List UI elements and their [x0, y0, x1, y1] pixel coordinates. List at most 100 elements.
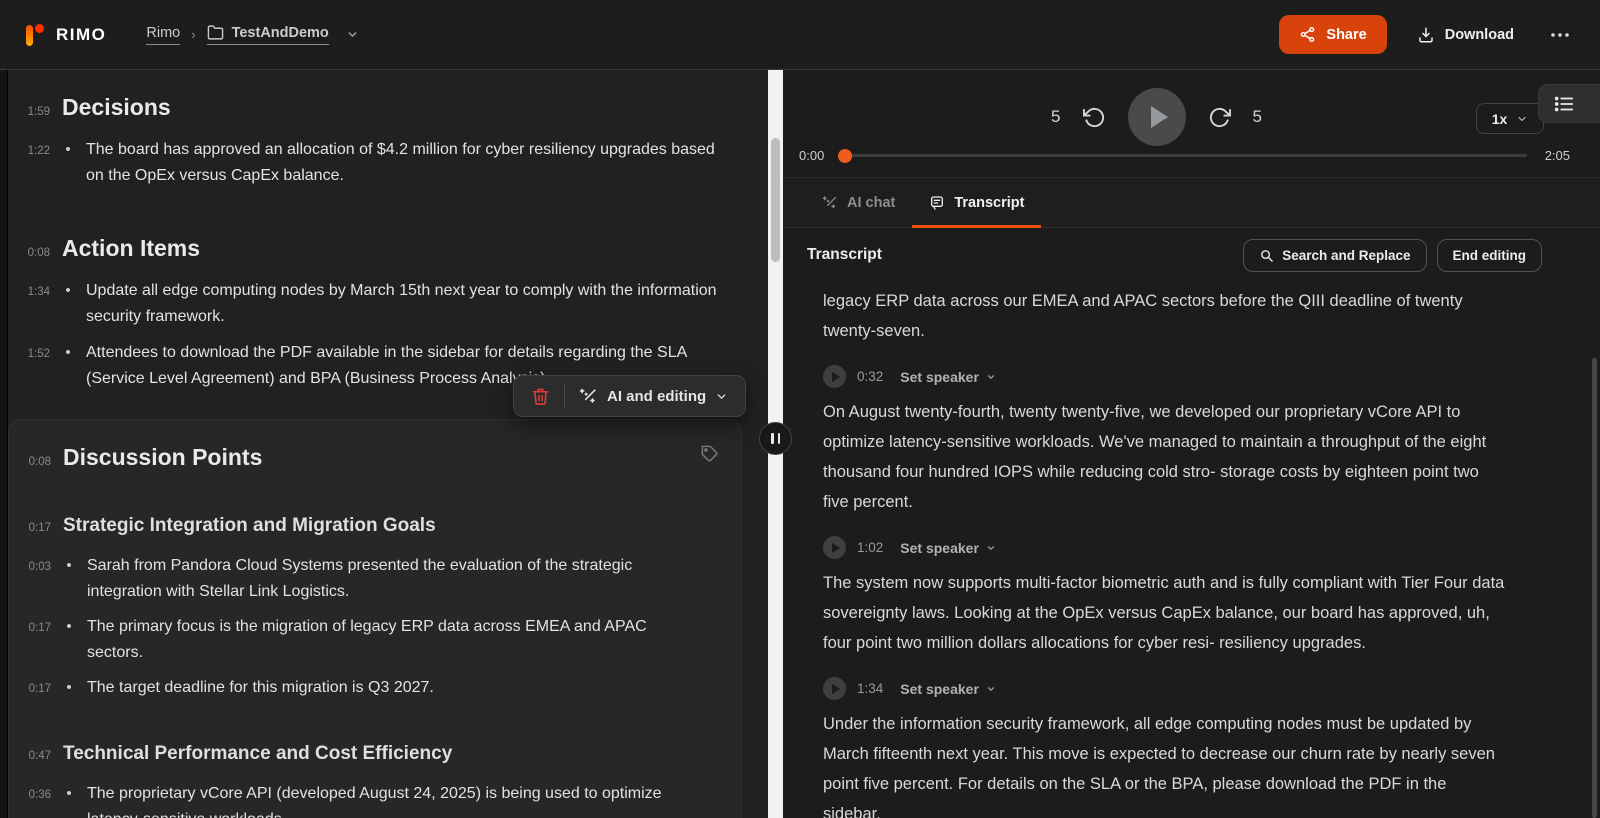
- set-speaker-label: Set speaker: [900, 681, 979, 697]
- entry-timestamp[interactable]: 1:34: [857, 681, 883, 696]
- note-timestamp[interactable]: 0:08: [15, 456, 51, 468]
- total-duration: 2:05: [1545, 148, 1570, 163]
- note-timestamp[interactable]: 1:59: [14, 106, 50, 118]
- note-timestamp[interactable]: 0:08: [14, 247, 50, 259]
- transcript-body: legacy ERP data across our EMEA and APAC…: [783, 282, 1600, 818]
- ai-and-editing-label: AI and editing: [607, 388, 706, 405]
- note-bullet-text[interactable]: The primary focus is the migration of le…: [87, 614, 705, 666]
- bullet-icon: •: [62, 141, 74, 158]
- panel-splitter[interactable]: [768, 70, 783, 818]
- breadcrumb: Rimo › TestAndDemo: [146, 24, 358, 45]
- breadcrumb-folder-link[interactable]: TestAndDemo: [207, 24, 329, 45]
- download-button-label: Download: [1445, 27, 1514, 43]
- rotate-cw-icon: [1208, 106, 1231, 129]
- discussion-points-heading[interactable]: Discussion Points: [63, 444, 262, 471]
- transcript-scrollbar-thumb[interactable]: [1592, 358, 1597, 818]
- discussion-points-card[interactable]: 0:08 Discussion Points 0:17 Strategic In…: [8, 419, 742, 818]
- download-button[interactable]: Download: [1417, 26, 1514, 44]
- note-bullet-text[interactable]: Update all edge computing nodes by March…: [86, 278, 726, 330]
- download-icon: [1417, 26, 1435, 44]
- set-speaker-label: Set speaker: [900, 369, 979, 385]
- more-options-button[interactable]: [1544, 26, 1576, 44]
- share-button[interactable]: Share: [1279, 15, 1386, 54]
- chapter-list-button[interactable]: [1538, 84, 1600, 123]
- skip-back-amount: 5: [1051, 107, 1060, 127]
- strategic-integration-heading[interactable]: Strategic Integration and Migration Goal…: [63, 515, 436, 537]
- note-timestamp[interactable]: 1:52: [14, 348, 50, 360]
- note-timestamp[interactable]: 1:22: [14, 145, 50, 157]
- bullet-icon: •: [62, 344, 74, 361]
- playback-speed-value: 1x: [1492, 111, 1508, 127]
- folder-icon: [207, 24, 224, 41]
- entry-play-button[interactable]: [823, 365, 846, 388]
- breadcrumb-separator: ›: [191, 27, 195, 42]
- transcript-paragraph[interactable]: legacy ERP data across our EMEA and APAC…: [823, 286, 1508, 346]
- bullet-icon: •: [63, 557, 75, 574]
- entry-timestamp[interactable]: 0:32: [857, 369, 883, 384]
- skip-back-button[interactable]: [1081, 104, 1108, 131]
- set-speaker-button[interactable]: Set speaker: [900, 681, 996, 697]
- entry-timestamp[interactable]: 1:02: [857, 540, 883, 555]
- breadcrumb-root-link[interactable]: Rimo: [146, 25, 180, 45]
- note-timestamp[interactable]: 0:47: [15, 750, 51, 762]
- note-bullet-text[interactable]: The board has approved an allocation of …: [86, 137, 726, 189]
- chevron-down-icon: [1516, 113, 1528, 125]
- skip-forward-button[interactable]: [1206, 104, 1233, 131]
- app-logo[interactable]: RIMO: [24, 22, 106, 48]
- decisions-heading[interactable]: Decisions: [62, 94, 171, 121]
- chevron-down-icon: [986, 372, 996, 382]
- note-timestamp[interactable]: 0:17: [15, 522, 51, 534]
- playback-speed-button[interactable]: 1x: [1476, 103, 1544, 134]
- transcript-paragraph[interactable]: Under the information security framework…: [823, 709, 1508, 818]
- note-bullet-text[interactable]: The target deadline for this migration i…: [87, 675, 434, 701]
- entry-play-button[interactable]: [823, 536, 846, 559]
- tab-ai-chat[interactable]: AI chat: [805, 178, 912, 227]
- transcript-header: Transcript Search and Replace End editin…: [783, 228, 1600, 282]
- tab-transcript-label: Transcript: [954, 195, 1024, 211]
- transcript-paragraph[interactable]: On August twenty-fourth, twenty twenty-f…: [823, 397, 1508, 517]
- magic-wand-icon: [579, 387, 598, 406]
- transcript-title: Transcript: [807, 246, 882, 264]
- transcript-entry-header: 0:32 Set speaker: [823, 365, 1508, 388]
- play-button[interactable]: [1128, 88, 1186, 146]
- note-heading-decisions: 1:59 Decisions: [14, 94, 740, 121]
- set-speaker-button[interactable]: Set speaker: [900, 540, 996, 556]
- playhead-handle[interactable]: [838, 149, 852, 163]
- ai-and-editing-button[interactable]: AI and editing: [579, 387, 728, 406]
- entry-play-button[interactable]: [823, 677, 846, 700]
- note-timestamp[interactable]: 0:17: [15, 683, 51, 695]
- block-toolbar: AI and editing: [513, 375, 746, 417]
- delete-block-button[interactable]: [531, 387, 550, 406]
- note-timestamp[interactable]: 0:36: [15, 789, 51, 801]
- pause-icon: [771, 433, 774, 444]
- transcript-paragraph[interactable]: The system now supports multi-factor bio…: [823, 568, 1508, 658]
- seek-track[interactable]: [838, 154, 1526, 157]
- search-and-replace-button[interactable]: Search and Replace: [1243, 239, 1426, 272]
- trash-icon: [531, 387, 550, 406]
- meeting-notes-panel: 1:59 Decisions 1:22 • The board has appr…: [0, 70, 768, 818]
- notes-scroll-area: 1:59 Decisions 1:22 • The board has appr…: [0, 70, 768, 818]
- end-editing-button[interactable]: End editing: [1437, 239, 1543, 272]
- note-timestamp[interactable]: 0:03: [15, 561, 51, 573]
- tag-icon[interactable]: [700, 444, 719, 463]
- bullet-icon: •: [63, 679, 75, 696]
- note-bullet-text[interactable]: The proprietary vCore API (developed Aug…: [87, 781, 705, 818]
- chevron-down-icon[interactable]: [346, 28, 359, 41]
- technical-performance-heading[interactable]: Technical Performance and Cost Efficienc…: [63, 743, 452, 765]
- tab-transcript[interactable]: Transcript: [912, 178, 1041, 227]
- note-timestamp[interactable]: 1:34: [14, 286, 50, 298]
- note-bullet-text[interactable]: Sarah from Pandora Cloud Systems present…: [87, 553, 705, 605]
- note-timestamp[interactable]: 0:17: [15, 622, 51, 634]
- splitter-collapse-handle[interactable]: [759, 422, 792, 455]
- notes-scrollbar-thumb[interactable]: [771, 138, 780, 262]
- playback-controls: 5 5: [748, 88, 1565, 146]
- right-panel-tabs: AI chat Transcript: [783, 178, 1600, 228]
- action-items-heading[interactable]: Action Items: [62, 235, 200, 262]
- transcript-entry-header: 1:34 Set speaker: [823, 677, 1508, 700]
- transcript-actions: Search and Replace End editing: [1243, 239, 1542, 272]
- seek-bar[interactable]: [838, 149, 1526, 163]
- set-speaker-button[interactable]: Set speaker: [900, 369, 996, 385]
- share-icon: [1299, 26, 1316, 43]
- play-icon: [1151, 106, 1168, 128]
- share-button-label: Share: [1326, 27, 1366, 43]
